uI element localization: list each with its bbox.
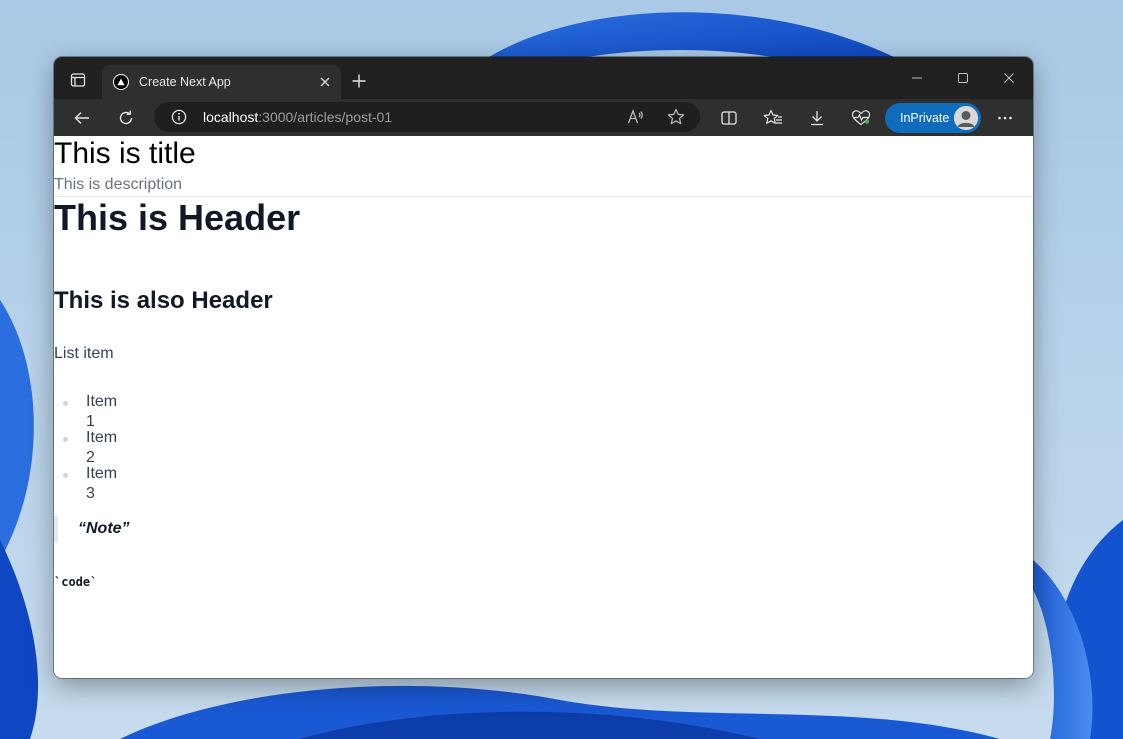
favorites-icon: [763, 109, 782, 124]
list-item-text: Item 1: [86, 393, 118, 430]
article-heading: This is Header: [54, 197, 301, 238]
article-subheading: This is also Header: [54, 287, 273, 314]
favorites-button[interactable]: [758, 103, 788, 133]
favorite-button[interactable]: [665, 106, 687, 128]
avatar: [954, 106, 978, 130]
back-button[interactable]: [67, 103, 97, 133]
read-aloud-button[interactable]: [625, 106, 647, 128]
browser-window: Create Next App localhost:3000/articles/…: [54, 57, 1033, 678]
new-tab-button[interactable]: [346, 68, 372, 94]
info-icon: [171, 109, 187, 125]
downloads-button[interactable]: [802, 103, 832, 133]
read-aloud-icon: [627, 109, 643, 124]
article-paragraph: List item: [54, 345, 114, 362]
performance-button[interactable]: [846, 103, 876, 133]
list-item-text: Item 3: [86, 465, 118, 502]
settings-and-more-button[interactable]: [990, 103, 1020, 133]
download-icon: [811, 111, 823, 126]
back-arrow-icon: [74, 112, 89, 124]
inline-code: `code`: [54, 575, 98, 589]
blockquote: “Note”: [54, 516, 130, 542]
close-icon: [1004, 73, 1014, 83]
tab-actions-button[interactable]: [64, 66, 92, 94]
profile-icon: [954, 106, 978, 130]
plus-icon: [352, 74, 366, 88]
title-bar: Create Next App: [54, 57, 1033, 99]
blockquote-text: “Note”: [78, 520, 130, 537]
close-window-button[interactable]: [986, 63, 1032, 93]
navigation-toolbar: localhost:3000/articles/post-01 InPrivat…: [54, 99, 1033, 136]
refresh-button[interactable]: [111, 103, 141, 133]
bullet-icon: [63, 473, 68, 478]
star-icon: [667, 108, 685, 125]
site-info-button[interactable]: [170, 108, 188, 126]
minimize-button[interactable]: [894, 63, 940, 93]
url-host: localhost: [203, 109, 259, 125]
close-icon: [320, 77, 330, 87]
bullet-icon: [63, 437, 68, 442]
maximize-button[interactable]: [940, 63, 986, 93]
inprivate-button[interactable]: InPrivate: [885, 103, 981, 133]
heartbeat-icon: [851, 110, 871, 126]
nextjs-triangle-icon: [113, 74, 129, 90]
split-screen-button[interactable]: [714, 103, 744, 133]
minimize-icon: [912, 77, 922, 79]
tab-close-button[interactable]: [313, 70, 337, 94]
more-icon: [998, 116, 1012, 120]
url-path: :3000/articles/post-01: [258, 109, 393, 125]
page-title: This is title: [54, 137, 196, 170]
page-header: This is title This is description: [54, 136, 1033, 197]
address-bar[interactable]: localhost:3000/articles/post-01: [154, 102, 700, 132]
split-screen-icon: [721, 111, 737, 125]
page-content: This is title This is description This i…: [54, 136, 1033, 678]
list-item-text: Item 2: [86, 429, 118, 466]
page-description: This is description: [54, 176, 183, 193]
refresh-icon: [119, 110, 133, 125]
tab-title: Create Next App: [139, 75, 231, 89]
inprivate-label: InPrivate: [900, 111, 950, 125]
bullet-icon: [63, 401, 68, 406]
url-text[interactable]: localhost:3000/articles/post-01: [203, 109, 392, 125]
tab-create-next-app[interactable]: Create Next App: [102, 65, 341, 99]
tab-actions-icon: [70, 73, 86, 87]
maximize-icon: [958, 73, 968, 83]
